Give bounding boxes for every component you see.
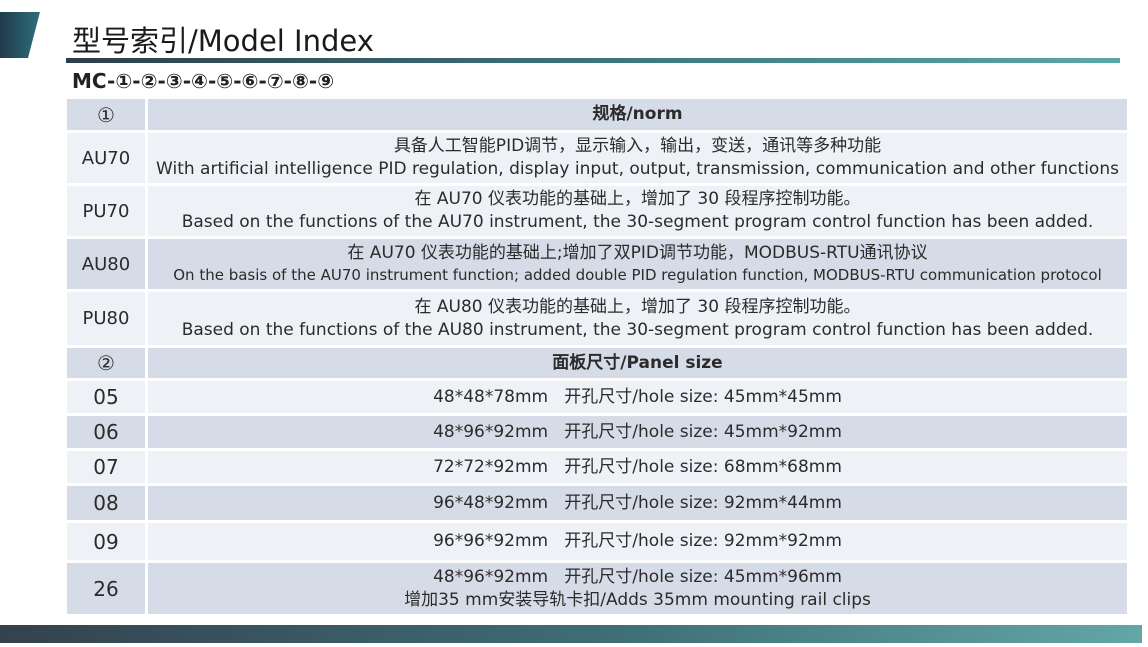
row-text-cn: 具备人工智能PID调节，显示输入，输出，变送，通讯等多种功能 [393, 136, 882, 157]
table-row: 26 48*96*92mm 开孔尺寸/hole size: 45mm*96mm … [67, 563, 1127, 617]
title-accent-shape [0, 12, 40, 58]
panel-header: 面板尺寸/Panel size [552, 352, 723, 373]
table-row: PU80 在 AU80 仪表功能的基础上，增加了 30 段程序控制功能。 Bas… [67, 292, 1127, 348]
row-code: 26 [67, 563, 148, 614]
model-index-table: ① 规格/norm AU70 具备人工智能PID调节，显示输入，输出，变送，通讯… [67, 98, 1127, 617]
row-size: 48*96*92mm 开孔尺寸/hole size: 45mm*96mm [433, 566, 842, 587]
row-code: 07 [67, 451, 148, 483]
row-code: AU70 [67, 133, 148, 183]
row-text-cn: 在 AU80 仪表功能的基础上，增加了 30 段程序控制功能。 [414, 296, 861, 317]
row-code: 05 [67, 381, 148, 413]
panel-marker: ② [67, 348, 148, 378]
row-text-en: With artificial intelligence PID regulat… [156, 159, 1119, 179]
row-description: 在 AU70 仪表功能的基础上，增加了 30 段程序控制功能。 Based on… [148, 186, 1127, 236]
row-size: 48*96*92mm 开孔尺寸/hole size: 45mm*92mm [433, 421, 842, 442]
row-description: 48*96*92mm 开孔尺寸/hole size: 45mm*96mm 增加3… [148, 563, 1127, 614]
row-code: 09 [67, 523, 148, 560]
table-row: AU70 具备人工智能PID调节，显示输入，输出，变送，通讯等多种功能 With… [67, 133, 1127, 186]
row-text-en: Based on the functions of the AU80 instr… [181, 319, 1094, 340]
row-code: 06 [67, 416, 148, 448]
row-description: 在 AU80 仪表功能的基础上，增加了 30 段程序控制功能。 Based on… [148, 292, 1127, 345]
norm-marker: ① [67, 99, 148, 130]
model-code-pattern: MC-①-②-③-④-⑤-⑥-⑦-⑧-⑨ [72, 69, 335, 93]
footer-bar [0, 625, 1142, 643]
row-description: 具备人工智能PID调节，显示输入，输出，变送，通讯等多种功能 With arti… [148, 133, 1127, 183]
norm-header-row: ① 规格/norm [67, 99, 1127, 133]
title-underline [66, 58, 1120, 63]
table-row: 05 48*48*78mm 开孔尺寸/hole size: 45mm*45mm [67, 381, 1127, 416]
row-text-en: Based on the functions of the AU70 instr… [181, 212, 1094, 232]
row-size: 96*96*92mm 开孔尺寸/hole size: 92mm*92mm [433, 531, 842, 552]
row-note: 增加35 mm安装导轨卡扣/Adds 35mm mounting rail cl… [404, 589, 871, 610]
norm-header: 规格/norm [592, 104, 683, 125]
row-text-cn: 在 AU70 仪表功能的基础上;增加了双PID调节功能，MODBUS-RTU通讯… [347, 243, 928, 264]
row-code: PU80 [67, 292, 148, 345]
table-row: PU70 在 AU70 仪表功能的基础上，增加了 30 段程序控制功能。 Bas… [67, 186, 1127, 239]
row-description: 在 AU70 仪表功能的基础上;增加了双PID调节功能，MODBUS-RTU通讯… [148, 239, 1127, 289]
table-row: 07 72*72*92mm 开孔尺寸/hole size: 68mm*68mm [67, 451, 1127, 486]
row-code: AU80 [67, 239, 148, 289]
row-code: PU70 [67, 186, 148, 236]
row-size: 48*48*78mm 开孔尺寸/hole size: 45mm*45mm [433, 386, 842, 407]
panel-header-row: ② 面板尺寸/Panel size [67, 348, 1127, 381]
table-row: 09 96*96*92mm 开孔尺寸/hole size: 92mm*92mm [67, 523, 1127, 563]
page-title: 型号索引/Model Index [72, 24, 374, 58]
row-size: 96*48*92mm 开孔尺寸/hole size: 92mm*44mm [433, 492, 842, 513]
row-size: 72*72*92mm 开孔尺寸/hole size: 68mm*68mm [433, 456, 842, 477]
row-text-cn: 在 AU70 仪表功能的基础上，增加了 30 段程序控制功能。 [414, 189, 861, 210]
row-text-en: On the basis of the AU70 instrument func… [173, 266, 1102, 285]
table-row: 08 96*48*92mm 开孔尺寸/hole size: 92mm*44mm [67, 486, 1127, 523]
row-code: 08 [67, 486, 148, 520]
table-row: 06 48*96*92mm 开孔尺寸/hole size: 45mm*92mm [67, 416, 1127, 451]
table-row: AU80 在 AU70 仪表功能的基础上;增加了双PID调节功能，MODBUS-… [67, 239, 1127, 292]
